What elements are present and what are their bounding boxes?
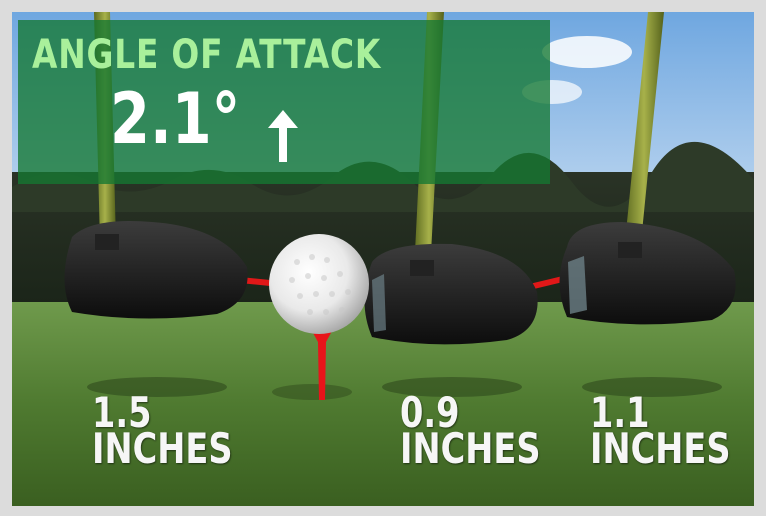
distance-unit-middle: INCHES <box>400 424 541 473</box>
angle-of-attack-panel: ANGLE OF ATTACK 2.1° <box>18 20 550 184</box>
angle-of-attack-title: ANGLE OF ATTACK <box>32 32 382 78</box>
distance-unit-right: INCHES <box>590 424 731 473</box>
distance-label-middle: 0.9 INCHES <box>400 392 541 470</box>
distance-unit-left: INCHES <box>92 424 233 473</box>
distance-label-right: 1.1 INCHES <box>590 392 731 470</box>
golf-scene-viewport: ANGLE OF ATTACK 2.1° 1.5 INCHES 0.9 INCH… <box>12 12 754 506</box>
distance-label-left: 1.5 INCHES <box>92 392 233 470</box>
window-frame: ANGLE OF ATTACK 2.1° 1.5 INCHES 0.9 INCH… <box>0 0 766 516</box>
angle-of-attack-value: 2.1° <box>110 78 241 160</box>
up-arrow-icon <box>268 110 298 162</box>
